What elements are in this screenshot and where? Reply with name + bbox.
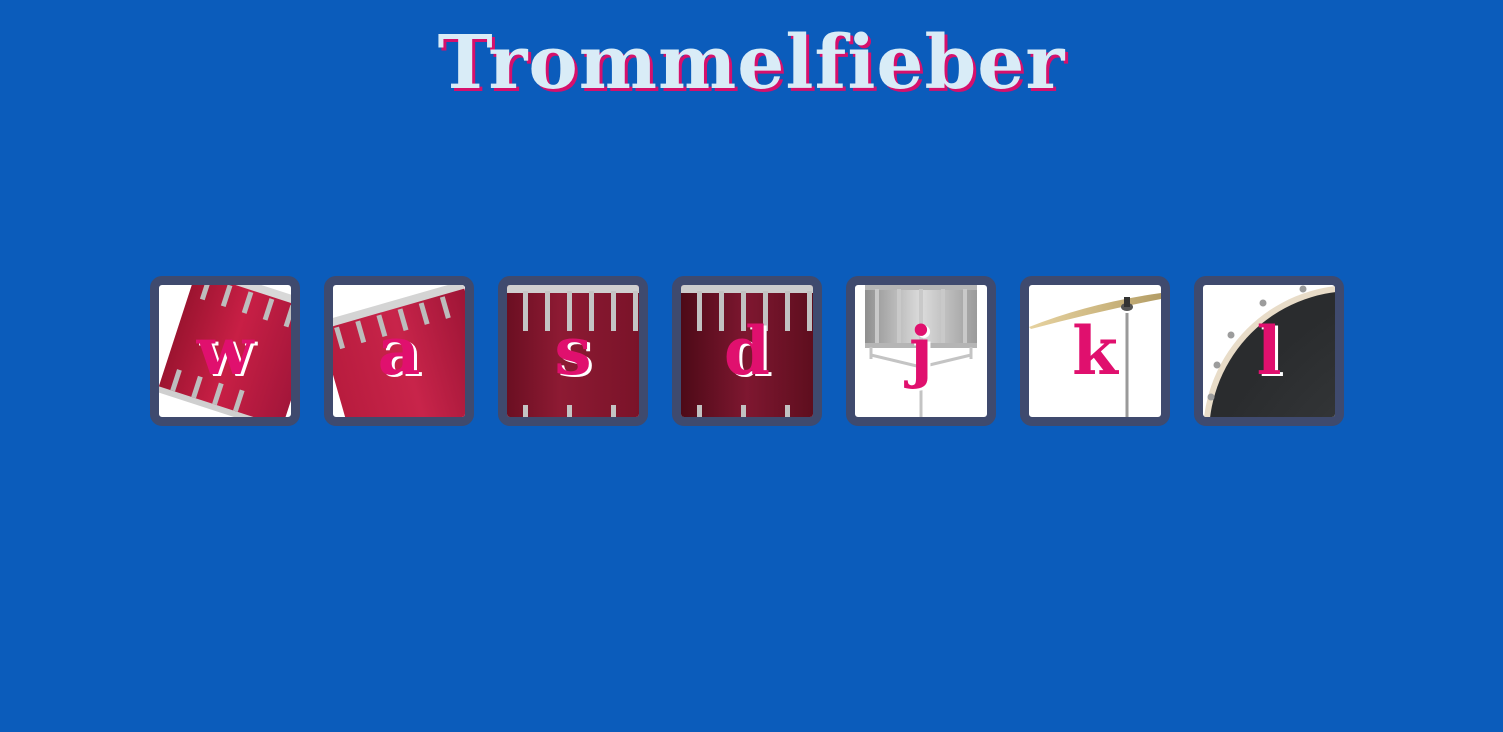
drum-pad-d[interactable]: d [672, 276, 822, 426]
drum-pad-s[interactable]: s [498, 276, 648, 426]
drum-pad-k[interactable]: k [1020, 276, 1170, 426]
key-label-l: l [1256, 312, 1282, 390]
key-label-s: s [554, 312, 592, 390]
key-label-a: a [377, 312, 421, 390]
drum-pad-l[interactable]: l [1194, 276, 1344, 426]
key-label-j: j [909, 312, 933, 390]
drum-pad-j[interactable]: j [846, 276, 996, 426]
key-label-d: d [723, 312, 771, 390]
key-label-k: k [1072, 312, 1118, 390]
game-title: Trommelfieber [437, 20, 1066, 106]
key-label-w: w [196, 312, 254, 390]
drum-pad-a[interactable]: a [324, 276, 474, 426]
drum-pad-w[interactable]: w [150, 276, 300, 426]
drum-pad-row: w a s d j k l [0, 276, 1503, 426]
